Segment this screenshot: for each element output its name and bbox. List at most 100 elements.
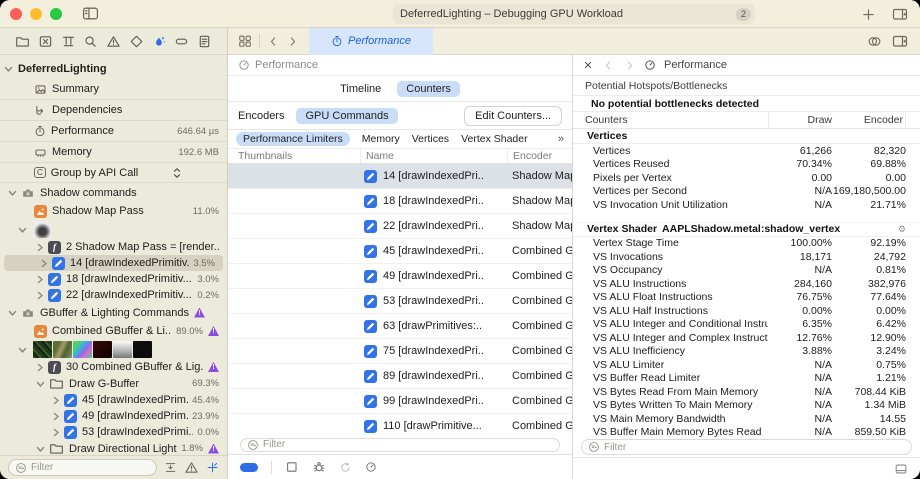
chevron-right-icon[interactable] (52, 396, 60, 405)
close-window-button[interactable] (10, 8, 22, 20)
gear-icon[interactable]: ⚙ (898, 224, 906, 235)
gpu-command-row[interactable]: 99 [drawIndexedPri..Combined GBuffer (228, 389, 572, 414)
gpu-command-row[interactable]: 22 [drawIndexedPri..Shadow Map Pass (228, 214, 572, 239)
column-header-name[interactable]: Name (360, 149, 507, 163)
counter-row[interactable]: VS ALU Instructions284,160382,976 (573, 277, 920, 291)
stepper-icon[interactable] (173, 167, 181, 179)
sidebar-filter-input[interactable]: Filter (8, 459, 157, 476)
tree-item-thumbnails[interactable] (0, 220, 227, 239)
square-icon[interactable] (285, 460, 299, 474)
counter-row[interactable]: VS ALU Integer and Complex Instructions1… (573, 331, 920, 345)
tree-item-draw[interactable]: Draw Directional Light1.8%! (0, 440, 227, 455)
counter-row[interactable]: Vertex Stage Time100.00%92.19% (573, 237, 920, 251)
tree-item-30[interactable]: f30 Combined GBuffer & Lig...! (0, 359, 227, 375)
counters-column-encoder[interactable]: Encoder (832, 112, 906, 128)
counter-tab-vertices[interactable]: Vertices (412, 133, 449, 145)
counter-row[interactable]: VS ALU Inefficiency3.88%3.24% (573, 345, 920, 359)
jump-bar-icon[interactable] (61, 34, 76, 49)
counter-tab-memory[interactable]: Memory (362, 133, 400, 145)
tree-item-dependencies[interactable]: Dependencies (0, 100, 227, 121)
counters-column-draw[interactable]: Draw (768, 112, 832, 128)
tree-item-performance[interactable]: Performance646.64 µs (0, 121, 227, 142)
chevron-right-icon[interactable] (36, 363, 44, 372)
sidebar-toggle-icon[interactable] (82, 5, 99, 22)
chevron-down-icon[interactable] (18, 346, 27, 354)
column-header-thumbnails[interactable]: Thumbnails (228, 149, 360, 163)
gpu-table-filter-input[interactable]: Filter (240, 438, 560, 452)
warning-filter-icon[interactable] (184, 460, 199, 475)
chevron-down-icon[interactable] (8, 309, 17, 317)
chevron-down-icon[interactable] (36, 445, 45, 453)
chevron-right-icon[interactable] (40, 259, 48, 268)
close-icon[interactable] (582, 59, 594, 71)
column-header-encoder[interactable]: Encoder (507, 149, 572, 163)
chevron-right-icon[interactable] (52, 428, 60, 437)
chevron-right-icon[interactable] (36, 243, 44, 252)
tree-item-18[interactable]: 18 [drawIndexedPrimitiv...3.0% (0, 271, 227, 287)
counter-row[interactable]: VS ALU LimiterN/A0.75% (573, 358, 920, 372)
counter-tab-performance-limiters[interactable]: Performance Limiters (236, 132, 350, 146)
tree-item-gbuffer[interactable]: GBuffer & Lighting Commands! (0, 303, 227, 322)
segment-timeline[interactable]: Timeline (340, 83, 381, 95)
gpu-command-row[interactable]: 89 [drawIndexedPri..Combined GBuffer (228, 364, 572, 389)
tree-item-thumbnails[interactable] (0, 340, 227, 359)
search-icon[interactable] (83, 34, 98, 49)
gpu-command-row[interactable]: 53 [drawIndexedPri..Combined GBuffer (228, 289, 572, 314)
counter-row[interactable]: VS Invocations18,17124,792 (573, 250, 920, 264)
tree-item-deferredlighting[interactable]: DeferredLighting (0, 59, 227, 79)
bug-icon[interactable] (312, 460, 326, 474)
add-editor-icon[interactable] (892, 33, 908, 49)
editor-layout-icon[interactable] (892, 6, 908, 22)
close-square-icon[interactable] (38, 34, 53, 49)
report-list-icon[interactable] (197, 34, 212, 49)
capsule-icon[interactable] (174, 34, 189, 49)
tab-overview-grid-icon[interactable] (238, 34, 252, 48)
counter-tab-vertex-shader[interactable]: Vertex Shader (461, 133, 528, 145)
counter-row[interactable]: VS Bytes Read From Main MemoryN/A708.44 … (573, 385, 920, 399)
counter-row[interactable]: Vertices61,26682,320 (573, 144, 920, 158)
chevron-down-icon[interactable] (18, 226, 27, 234)
gauge-toolbar-icon[interactable] (365, 461, 377, 473)
tree-item-memory[interactable]: Memory192.6 MB (0, 142, 227, 163)
counter-row[interactable]: VS ALU Integer and Conditional Instructi… (573, 318, 920, 332)
counter-row[interactable]: VS Bytes Written To Main MemoryN/A1.34 M… (573, 399, 920, 413)
tree-item-22[interactable]: 22 [drawIndexedPrimitiv...0.2% (0, 287, 227, 303)
tab-performance[interactable]: Performance (309, 28, 433, 55)
target-icon[interactable] (206, 461, 219, 474)
segment-counters[interactable]: Counters (397, 81, 460, 97)
counter-row[interactable]: VS Invocation Unit UtilizationN/A21.71% (573, 198, 920, 212)
warning-icon[interactable] (106, 34, 121, 49)
tree-item-shadow[interactable]: Shadow commands (0, 183, 227, 202)
add-tab-icon[interactable] (861, 7, 876, 22)
counters-filter-input[interactable]: Filter (581, 439, 912, 455)
gpu-command-row[interactable]: 18 [drawIndexedPri..Shadow Map Pass (228, 189, 572, 214)
tree-item-group[interactable]: CGroup by API Call (0, 163, 227, 183)
tree-item-summary[interactable]: Summary (0, 79, 227, 100)
chevron-down-icon[interactable] (36, 380, 45, 388)
refresh-icon[interactable] (339, 461, 352, 474)
flatten-icon[interactable] (164, 461, 177, 474)
counter-row[interactable]: Pixels per Vertex0.000.00 (573, 171, 920, 185)
chevron-right-icon[interactable] (36, 275, 44, 284)
gpu-command-row[interactable]: 14 [drawIndexedPri..Shadow Map Pass (228, 164, 572, 189)
segment-gpu-commands[interactable]: GPU Commands (296, 108, 397, 124)
tree-item-2[interactable]: f2 Shadow Map Pass = [render... (0, 239, 227, 255)
forward-icon[interactable] (623, 59, 636, 72)
counter-row[interactable]: VS ALU Float Instructions76.75%77.64% (573, 291, 920, 305)
tree-item-draw[interactable]: Draw G-Buffer69.3% (0, 375, 227, 392)
counter-tabs-overflow-icon[interactable]: » (558, 133, 564, 145)
chevron-down-icon[interactable] (4, 65, 13, 73)
back-icon[interactable] (267, 35, 280, 48)
tree-item-49[interactable]: 49 [drawIndexedPrim...23.9% (0, 408, 227, 424)
chevron-down-icon[interactable] (8, 189, 17, 197)
counter-row[interactable]: VS Main Memory BandwidthN/A14.55 (573, 412, 920, 426)
counter-row[interactable]: VS OccupancyN/A0.81% (573, 264, 920, 278)
tree-item-shadow[interactable]: Shadow Map Pass11.0% (0, 202, 227, 220)
forward-icon[interactable] (286, 35, 299, 48)
counter-row[interactable]: VS Buffer Main Memory Bytes ReadN/A859.5… (573, 426, 920, 438)
gpu-frame-icon[interactable] (152, 34, 167, 49)
tree-item-45[interactable]: 45 [drawIndexedPrim...45.4% (0, 392, 227, 408)
gpu-command-row[interactable]: 75 [drawIndexedPri..Combined GBuffer (228, 339, 572, 364)
gpu-command-row[interactable]: 63 [drawPrimitives:..Combined GBuffer (228, 314, 572, 339)
panel-collapse-icon[interactable] (894, 462, 908, 476)
